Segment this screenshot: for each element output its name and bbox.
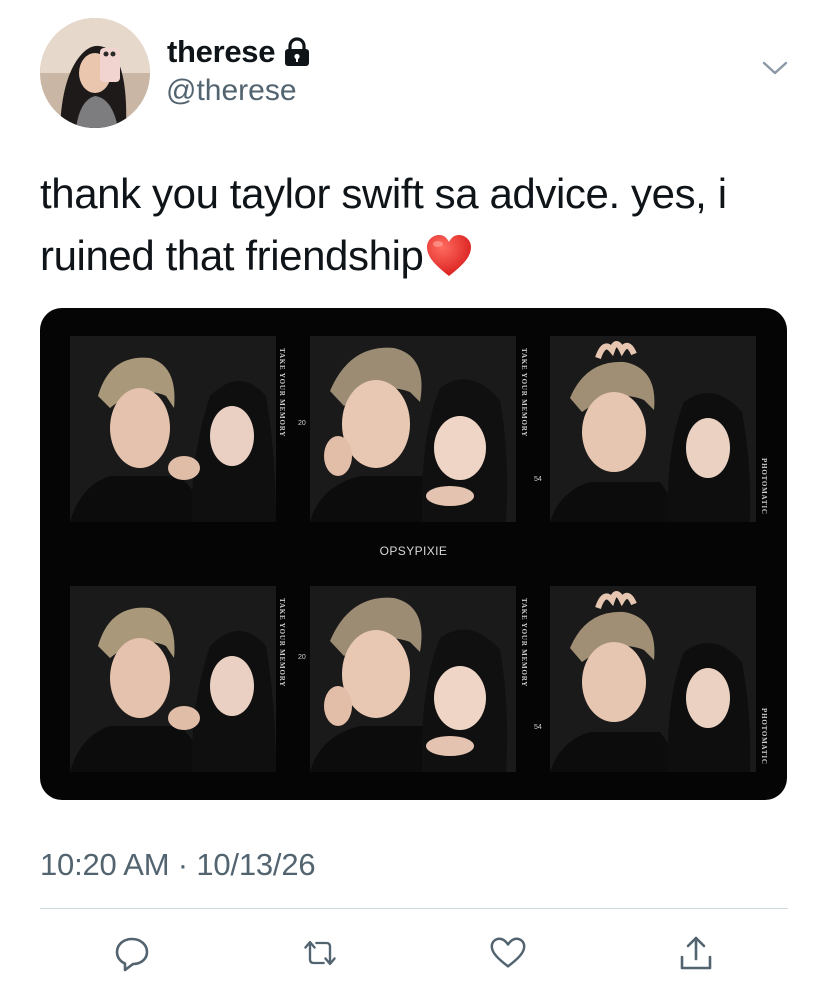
tweet-body: thank you taylor swift sa advice. yes, i…	[40, 170, 727, 279]
share-button[interactable]	[676, 933, 716, 973]
frame-number: 54	[534, 476, 542, 483]
photo-frame	[310, 336, 516, 522]
photo-frame	[70, 586, 276, 772]
side-label: PHOTOMATIC	[760, 708, 768, 765]
photo-frame	[310, 586, 516, 772]
tweet-timestamp[interactable]: 10:20 AM · 10/13/26	[40, 847, 316, 883]
strip-label: TAKE YOUR MEMORY	[520, 598, 528, 688]
strip-label: TAKE YOUR MEMORY	[520, 348, 528, 438]
avatar[interactable]	[40, 18, 150, 128]
tweet-media[interactable]: TAKE YOUR MEMORY TAKE YOUR MEMORY PHOTOM…	[40, 308, 787, 800]
retweet-icon	[304, 940, 336, 966]
divider	[40, 908, 788, 909]
chevron-down-icon[interactable]	[760, 58, 790, 78]
lock-icon	[285, 37, 310, 66]
brand-label: OPSYPIXIE	[379, 544, 448, 558]
share-icon	[680, 936, 712, 970]
photo-frame	[550, 336, 756, 522]
reply-button[interactable]	[112, 933, 152, 973]
reply-icon	[115, 937, 149, 972]
display-name[interactable]: therese	[167, 34, 275, 70]
red-heart-emoji	[427, 235, 472, 276]
strip-label: TAKE YOUR MEMORY	[278, 598, 286, 688]
photo-frame	[70, 336, 276, 522]
frame-number: 54	[534, 724, 542, 731]
strip-label: TAKE YOUR MEMORY	[278, 348, 286, 438]
frame-number: 20	[298, 420, 306, 427]
tweet-text: thank you taylor swift sa advice. yes, i…	[40, 163, 800, 287]
frame-number: 20	[298, 654, 306, 661]
side-label: PHOTOMATIC	[760, 458, 768, 515]
retweet-button[interactable]	[300, 933, 340, 973]
like-button[interactable]	[488, 933, 528, 973]
like-icon	[490, 937, 526, 968]
photo-frame	[550, 586, 756, 772]
user-handle[interactable]: @therese	[166, 74, 297, 108]
